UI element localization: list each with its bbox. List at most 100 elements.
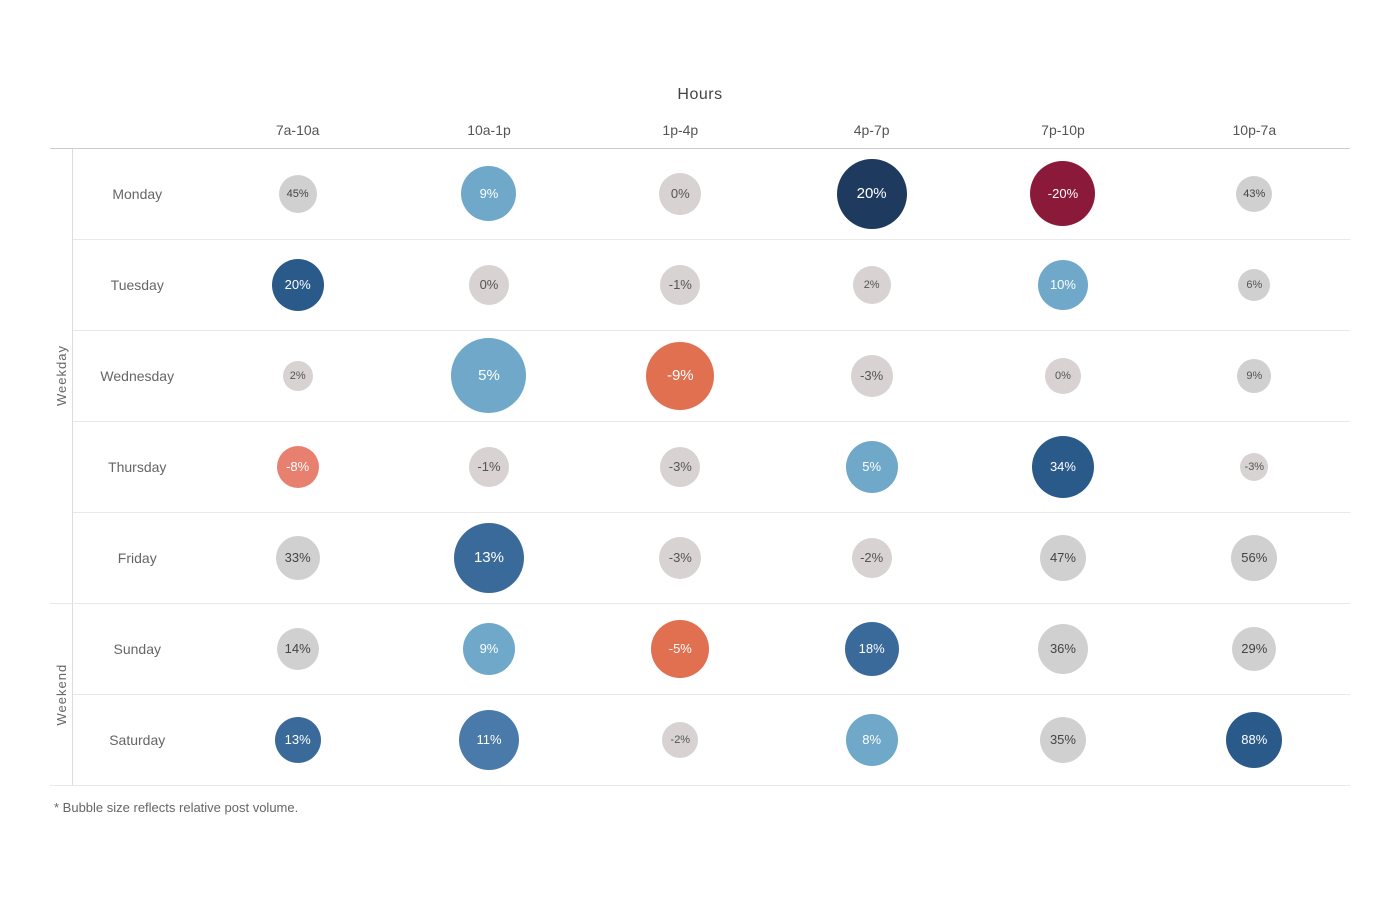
bubble-cell: 9%: [393, 604, 584, 695]
bubble-cell: 47%: [967, 512, 1158, 603]
bubble-cell: 2%: [776, 239, 967, 330]
bubble-cell: -20%: [967, 148, 1158, 239]
bubble: 47%: [1040, 535, 1086, 581]
bubble-cell: 36%: [967, 604, 1158, 695]
bubble-wrapper: 36%: [967, 604, 1158, 694]
table-row: Wednesday2%5%-9%-3%0%9%: [50, 330, 1350, 421]
chart-container: Hours 7a-10a 10a-1p 1p-4p 4p-7p 7p-10p 1…: [20, 66, 1380, 835]
bubble: -20%: [1030, 161, 1095, 226]
bubble-cell: 33%: [202, 512, 393, 603]
section-label-weekday: Weekday: [50, 148, 72, 603]
bubble-cell: 20%: [202, 239, 393, 330]
bubble-wrapper: 13%: [202, 695, 393, 785]
bubble: 9%: [463, 623, 515, 675]
bubble-wrapper: -5%: [585, 604, 776, 694]
day-label: Tuesday: [72, 239, 202, 330]
bubble-wrapper: 47%: [967, 513, 1158, 603]
bubble-wrapper: 13%: [393, 513, 584, 603]
bubble: 0%: [469, 265, 509, 305]
bubble: -3%: [1240, 453, 1268, 481]
header-row: 7a-10a 10a-1p 1p-4p 4p-7p 7p-10p 10p-7a: [50, 114, 1350, 149]
bubble: -9%: [646, 342, 714, 410]
bubble-chart-table: 7a-10a 10a-1p 1p-4p 4p-7p 7p-10p 10p-7a …: [50, 114, 1350, 786]
bubble-wrapper: 20%: [776, 149, 967, 239]
day-label: Sunday: [72, 604, 202, 695]
bubble-wrapper: -2%: [776, 513, 967, 603]
bubble-cell: 6%: [1159, 239, 1350, 330]
table-row: Tuesday20% 0% -1%2% 10% 6%: [50, 239, 1350, 330]
bubble-cell: 35%: [967, 694, 1158, 785]
bubble: 36%: [1038, 624, 1088, 674]
bubble-wrapper: -9%: [585, 331, 776, 421]
bubble-cell: 10%: [967, 239, 1158, 330]
bubble-cell: -9%: [585, 330, 776, 421]
bubble-wrapper: 2%: [776, 240, 967, 330]
table-row: Friday33% 13% -3% -2% 47% 56%: [50, 512, 1350, 603]
bubble-wrapper: -1%: [585, 240, 776, 330]
bubble-cell: 56%: [1159, 512, 1350, 603]
bubble-cell: 5%: [393, 330, 584, 421]
bubble-cell: -3%: [1159, 421, 1350, 512]
bubble-wrapper: 9%: [393, 149, 584, 239]
bubble: 8%: [846, 714, 898, 766]
col-header-2: 1p-4p: [585, 114, 776, 149]
bubble-wrapper: 20%: [202, 240, 393, 330]
bubble: 56%: [1231, 535, 1277, 581]
bubble: 14%: [277, 628, 319, 670]
bubble: -1%: [469, 447, 509, 487]
bubble-wrapper: -20%: [967, 149, 1158, 239]
bubble-wrapper: 35%: [967, 695, 1158, 785]
bubble: 13%: [454, 523, 524, 593]
bubble: 2%: [283, 361, 313, 391]
bubble: -5%: [651, 620, 709, 678]
header-empty: [50, 114, 202, 149]
bubble-cell: -3%: [585, 421, 776, 512]
bubble-cell: -1%: [393, 421, 584, 512]
bubble-wrapper: 6%: [1159, 240, 1350, 330]
bubble-cell: -3%: [776, 330, 967, 421]
table-row: WeekendSunday14%9%-5%18%36%29%: [50, 604, 1350, 695]
bubble-wrapper: 10%: [967, 240, 1158, 330]
col-header-1: 10a-1p: [393, 114, 584, 149]
bubble: 0%: [1045, 358, 1081, 394]
bubble-cell: 9%: [393, 148, 584, 239]
bubble-wrapper: 5%: [776, 422, 967, 512]
bubble: 43%: [1236, 176, 1272, 212]
day-label: Monday: [72, 148, 202, 239]
bubble-wrapper: 9%: [1159, 331, 1350, 421]
bubble: 45%: [279, 175, 317, 213]
bubble: 88%: [1226, 712, 1282, 768]
bubble-wrapper: 18%: [776, 604, 967, 694]
footnote: * Bubble size reflects relative post vol…: [50, 800, 1350, 815]
bubble-cell: 5%: [776, 421, 967, 512]
bubble-cell: -3%: [585, 512, 776, 603]
bubble-cell: 45%: [202, 148, 393, 239]
bubble: 35%: [1040, 717, 1086, 763]
bubble: -2%: [852, 538, 892, 578]
bubble-wrapper: -3%: [1159, 422, 1350, 512]
bubble-wrapper: 88%: [1159, 695, 1350, 785]
table-row: Thursday-8% -1% -3% 5% 34% -3%: [50, 421, 1350, 512]
bubble: 10%: [1038, 260, 1088, 310]
bubble-wrapper: -8%: [202, 422, 393, 512]
bubble: -3%: [660, 447, 700, 487]
bubble-wrapper: 33%: [202, 513, 393, 603]
bubble-cell: 20%: [776, 148, 967, 239]
bubble-cell: 2%: [202, 330, 393, 421]
bubble-wrapper: 9%: [393, 604, 584, 694]
bubble-wrapper: -3%: [585, 513, 776, 603]
day-label: Friday: [72, 512, 202, 603]
bubble: -2%: [662, 722, 698, 758]
bubble-cell: 34%: [967, 421, 1158, 512]
bubble-cell: 43%: [1159, 148, 1350, 239]
bubble: 5%: [846, 441, 898, 493]
bubble-cell: -2%: [776, 512, 967, 603]
bubble-wrapper: 2%: [202, 331, 393, 421]
bubble: 6%: [1238, 269, 1270, 301]
bubble-wrapper: -1%: [393, 422, 584, 512]
day-label: Thursday: [72, 421, 202, 512]
bubble-cell: 8%: [776, 694, 967, 785]
col-header-3: 4p-7p: [776, 114, 967, 149]
section-label-weekend: Weekend: [50, 604, 72, 786]
bubble-wrapper: 0%: [585, 149, 776, 239]
